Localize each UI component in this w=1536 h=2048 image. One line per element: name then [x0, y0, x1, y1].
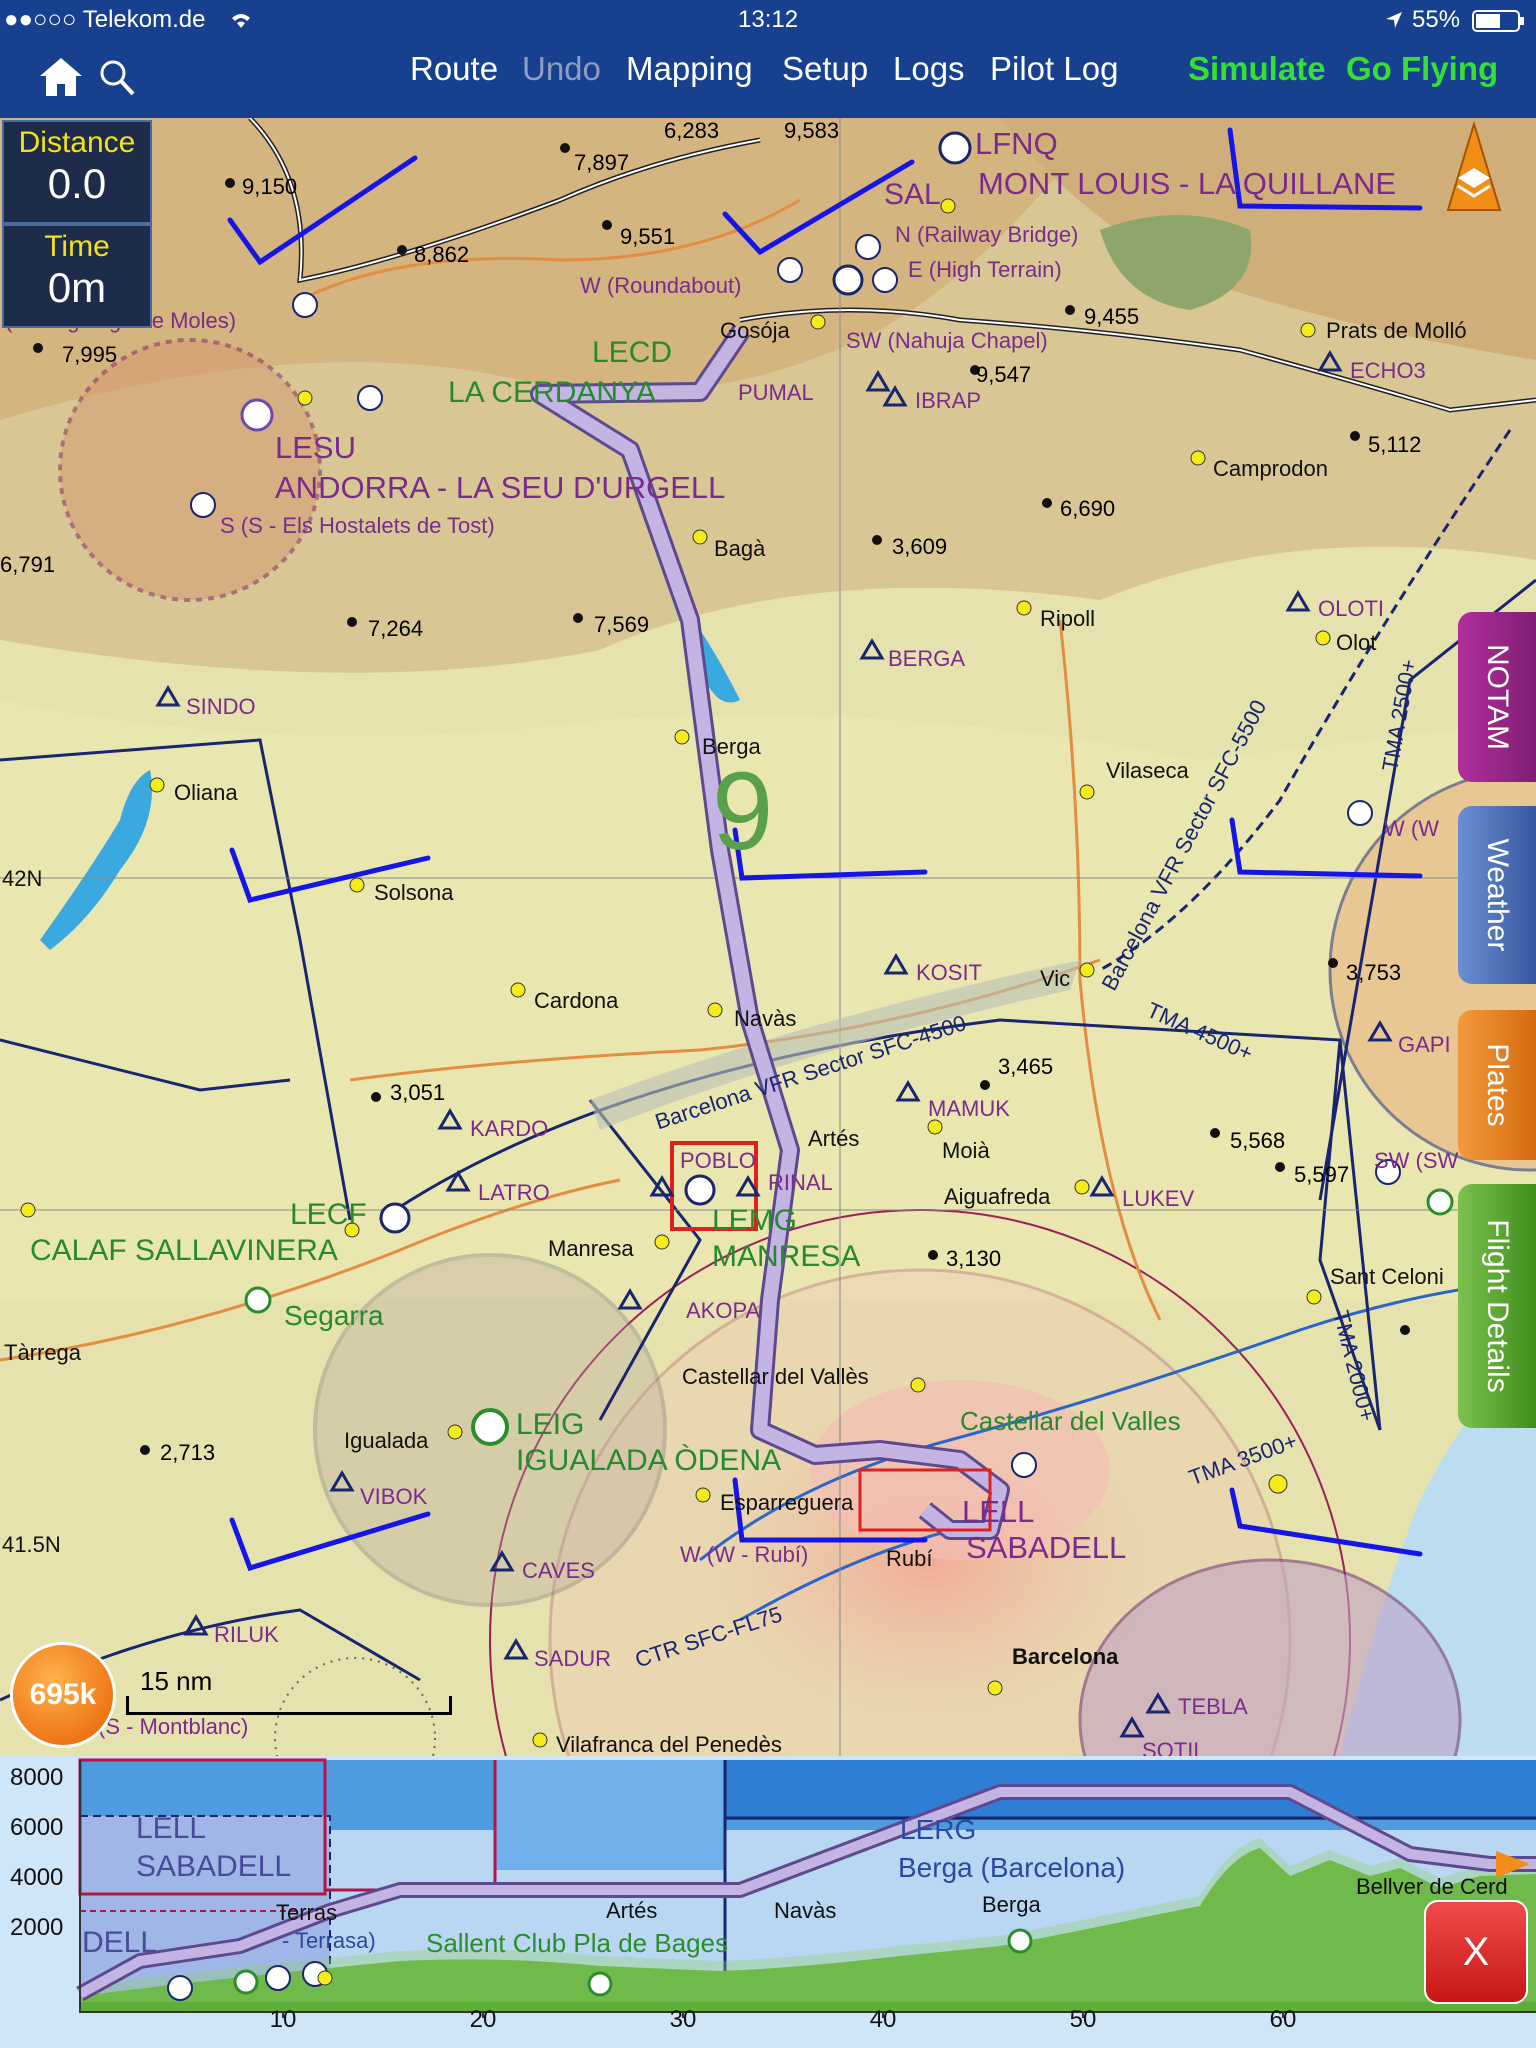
time-box: Time 0m [2, 224, 152, 328]
profile-label-navas: Navàs [774, 1898, 837, 1923]
logs-button[interactable]: Logs [893, 50, 965, 88]
y-tick: 6000 [10, 1814, 64, 1841]
scale-bar [126, 1696, 452, 1715]
tab-flight-details[interactable]: Flight Details [1458, 1184, 1536, 1428]
simulate-button[interactable]: Simulate [1188, 50, 1326, 88]
home-icon[interactable] [38, 54, 84, 98]
toolbar: Route Undo Mapping Setup Logs Pilot Log … [0, 40, 1536, 118]
zoom-level-badge[interactable]: 695k [10, 1642, 116, 1748]
x-tick: 60 [1269, 2006, 1297, 2033]
x-tick: 50 [1069, 2006, 1097, 2033]
battery-icon [1472, 10, 1524, 32]
tab-plates-label: Plates [1481, 1043, 1514, 1127]
chart-canvas [0, 118, 1536, 1756]
tab-plates[interactable]: Plates [1458, 1010, 1536, 1160]
mapping-button[interactable]: Mapping [626, 50, 753, 88]
x-tick: 40 [869, 2006, 897, 2033]
x-tick: 10 [269, 2006, 297, 2033]
y-tick: 4000 [10, 1864, 64, 1891]
battery-percent: 55% [1412, 6, 1461, 33]
location-arrow-icon [1386, 12, 1402, 28]
search-icon[interactable] [98, 58, 136, 98]
profile-label-sabadell: SABADELL [136, 1850, 292, 1883]
undo-button[interactable]: Undo [522, 50, 601, 88]
wifi-icon [232, 14, 250, 28]
distance-label: Distance [18, 126, 136, 159]
tab-notam[interactable]: NOTAM [1458, 612, 1536, 782]
profile-label-bellver: Bellver de Cerd [1356, 1874, 1508, 1899]
tab-weather-label: Weather [1481, 838, 1514, 952]
layers-icon[interactable] [1440, 118, 1508, 218]
profile-label-terrasa: - Terrasa) [282, 1928, 376, 1953]
tab-flight-details-label: Flight Details [1481, 1219, 1514, 1393]
distance-box: Distance 0.0 [2, 120, 152, 224]
setup-button[interactable]: Setup [782, 50, 868, 88]
distance-value: 0.0 [47, 160, 107, 207]
status-bar: ●●○○○ Telekom.de 13:12 55% [0, 0, 1536, 40]
aeronautical-chart[interactable]: LFNQ MONT LOUIS - LA QUILLANE SAL N (Rai… [0, 118, 1536, 1756]
profile-label-lerg: LERG [900, 1814, 977, 1845]
profile-canvas [76, 1758, 1536, 2018]
profile-label-dell: DELL [82, 1926, 158, 1959]
x-tick: 20 [469, 2006, 497, 2033]
route-button[interactable]: Route [410, 50, 498, 88]
profile-label-berga: Berga [982, 1892, 1041, 1917]
go-flying-button[interactable]: Go Flying [1346, 50, 1498, 88]
y-tick: 8000 [10, 1764, 64, 1791]
profile-label-lell: LELL [136, 1812, 207, 1845]
tab-notam-label: NOTAM [1481, 643, 1514, 751]
tab-weather[interactable]: Weather [1458, 806, 1536, 984]
vertical-profile[interactable]: 8000 6000 4000 2000 10 20 30 40 50 60 LE… [0, 1756, 1536, 2048]
close-profile-button[interactable]: X [1424, 1900, 1528, 2004]
carrier-label: ●●○○○ Telekom.de [4, 6, 206, 33]
scale-label: 15 nm [140, 1666, 213, 1696]
profile-label-artes: Artés [606, 1898, 658, 1923]
clock: 13:12 [738, 6, 799, 33]
time-value: 0m [47, 264, 107, 311]
profile-label-berga-barcelona: Berga (Barcelona) [898, 1852, 1126, 1883]
pilot-log-button[interactable]: Pilot Log [990, 50, 1118, 88]
x-tick: 30 [669, 2006, 697, 2033]
y-tick: 2000 [10, 1914, 64, 1941]
time-label: Time [44, 230, 110, 263]
profile-label-sallent: Sallent Club Pla de Bages [426, 1928, 729, 1958]
profile-label-terras: Terras [276, 1900, 338, 1925]
